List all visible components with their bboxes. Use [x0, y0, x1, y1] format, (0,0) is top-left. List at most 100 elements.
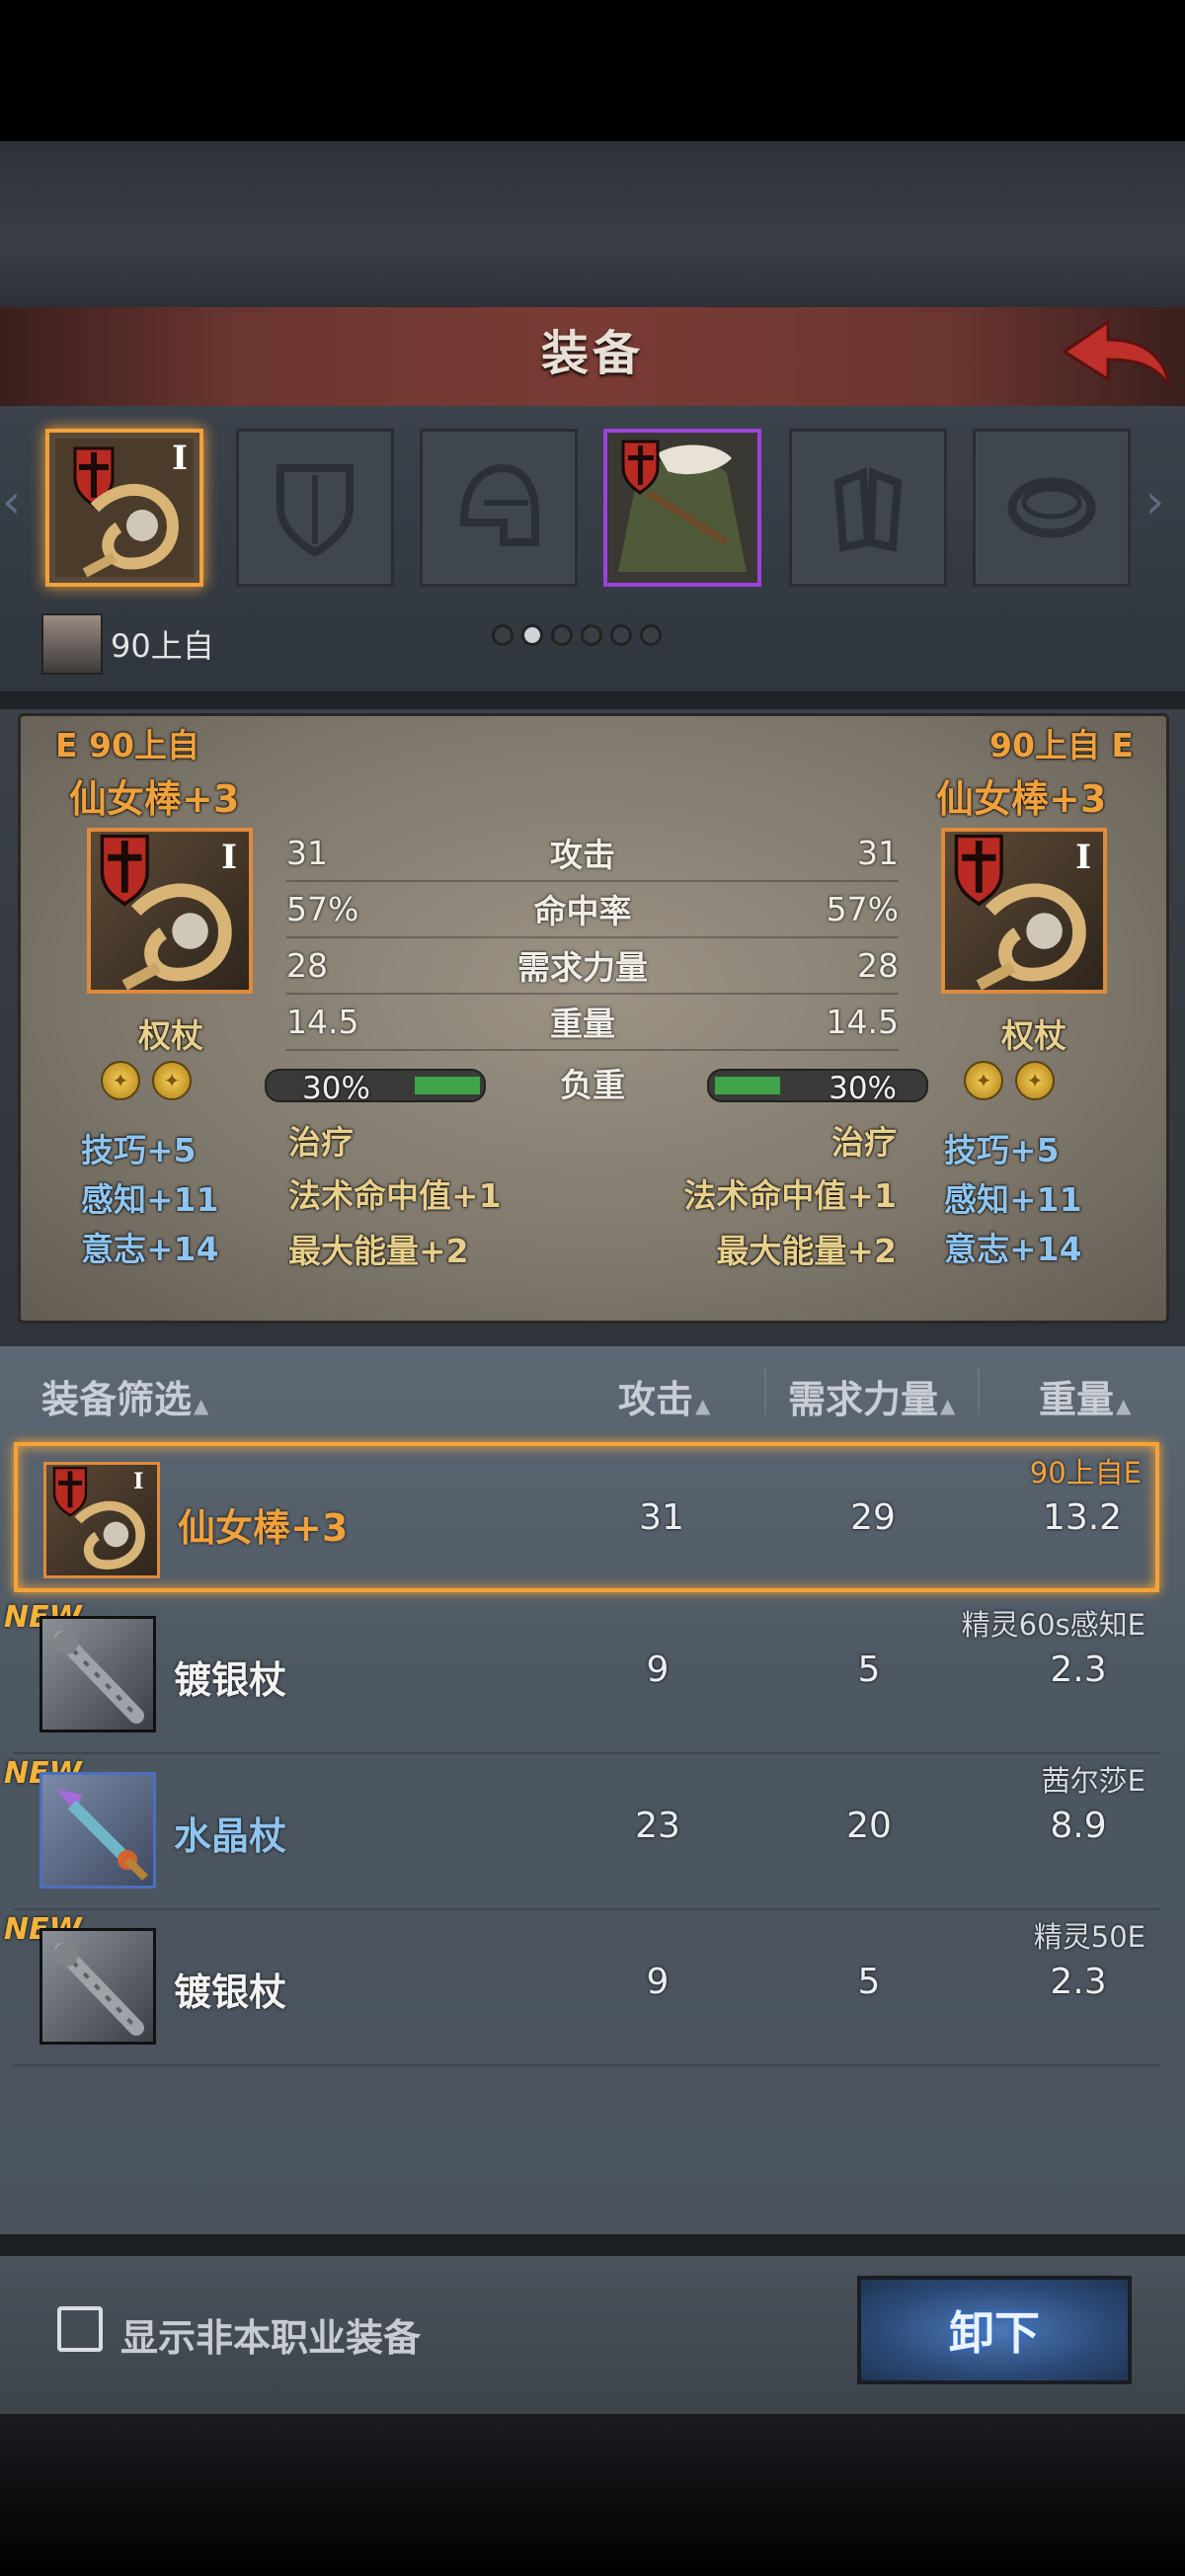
- divider: [764, 1367, 766, 1414]
- page-dot[interactable]: [551, 624, 573, 646]
- right-grade-owner: 90上自 E: [989, 726, 1134, 765]
- list-item[interactable]: I 90上自E 仙女棒+3 31 29 13.2: [14, 1442, 1159, 1592]
- item-owner: 精灵50E: [1033, 1920, 1146, 1954]
- ring-slot-icon: [1007, 477, 1096, 538]
- item-weight: 2.3: [1050, 1650, 1107, 1690]
- divider: [0, 691, 1185, 709]
- page-dot[interactable]: [581, 624, 602, 646]
- tier-label: I: [221, 838, 237, 877]
- unequip-label: 卸下: [949, 2306, 1040, 2360]
- divider: [286, 1049, 899, 1051]
- owner-name: 90上自: [111, 627, 214, 665]
- page-dot[interactable]: [610, 624, 632, 646]
- item-name: 水晶杖: [174, 1814, 287, 1858]
- page-dot[interactable]: [492, 624, 514, 646]
- sort-strength-button[interactable]: 需求力量 ▲: [788, 1369, 955, 1423]
- right-item-icon: I: [941, 828, 1107, 994]
- item-attack: 23: [635, 1806, 680, 1846]
- left-bonus-3: 意志+14: [81, 1230, 219, 1268]
- page-dot[interactable]: [640, 624, 662, 646]
- sort-attack-button[interactable]: 攻击 ▲: [618, 1369, 710, 1423]
- left-grade-owner: E 90上自: [55, 726, 199, 765]
- sort-triangle-icon: ▲: [194, 1394, 209, 1417]
- left-effect-3: 最大能量+2: [288, 1232, 469, 1270]
- gloves-slot-icon: [833, 467, 903, 552]
- chevron-left-icon[interactable]: ‹: [2, 474, 21, 529]
- item-icon: I: [43, 1462, 160, 1578]
- gem-socket-icon: ✦: [152, 1061, 192, 1100]
- slot-weapon[interactable]: I: [45, 429, 203, 587]
- unequip-button[interactable]: 卸下: [857, 2276, 1132, 2384]
- left-bonus-2: 感知+11: [81, 1180, 219, 1219]
- gem-socket-icon: ✦: [1015, 1061, 1055, 1100]
- list-item[interactable]: NEW 茜尔莎E 水晶杖 23 20 8.9: [4, 1754, 1159, 1904]
- silver-staff-icon: [54, 1943, 144, 2036]
- stat-left-value: 31: [286, 833, 328, 872]
- show-other-class-label[interactable]: 显示非本职业装备: [120, 2307, 421, 2362]
- item-weight: 13.2: [1042, 1497, 1123, 1538]
- helmet-slot-icon: [459, 463, 539, 546]
- left-effect-2: 法术命中值+1: [288, 1176, 502, 1215]
- stat-row-weight: 14.5 重量 14.5: [286, 994, 899, 1049]
- sort-triangle-icon: ▲: [940, 1394, 956, 1417]
- item-attack: 9: [646, 1650, 670, 1690]
- stat-row-hit-rate: 57% 命中率 57%: [286, 881, 899, 936]
- shield-slot-icon: [276, 464, 354, 557]
- item-strength: 5: [857, 1962, 881, 2002]
- stat-right-value: 57%: [826, 889, 899, 928]
- stat-row-strength: 28 需求力量 28: [286, 937, 899, 993]
- divider: [14, 2064, 1159, 2066]
- stat-label: 重量: [550, 1005, 615, 1043]
- item-icon: [40, 1616, 156, 1732]
- slot-gloves[interactable]: [789, 429, 947, 587]
- left-item-type: 权杖: [138, 1016, 203, 1055]
- right-bonus-2: 感知+11: [944, 1180, 1082, 1219]
- item-name: 仙女棒+3: [178, 1506, 349, 1550]
- gem-socket-icon: ✦: [964, 1061, 1003, 1100]
- gem-socket-icon: ✦: [101, 1061, 140, 1100]
- tier-label: I: [1075, 838, 1091, 877]
- left-bonus-1: 技巧+5: [81, 1131, 197, 1169]
- sort-weight-button[interactable]: 重量 ▲: [1039, 1369, 1131, 1423]
- show-other-class-checkbox[interactable]: [57, 2306, 103, 2352]
- avatar: [41, 613, 103, 675]
- status-area: [0, 0, 1185, 141]
- left-load-bar: 30%: [265, 1069, 486, 1106]
- left-item-name: 仙女棒+3: [69, 777, 240, 821]
- silver-staff-icon: [54, 1631, 144, 1724]
- chevron-right-icon[interactable]: ›: [1146, 474, 1164, 529]
- stat-right-value: 28: [857, 945, 899, 985]
- list-item[interactable]: NEW 精灵60s感知E 镀银杖 9 5 2.3: [4, 1598, 1159, 1748]
- stat-right-value: 14.5: [826, 1002, 899, 1041]
- stat-left-value: 14.5: [286, 1002, 359, 1041]
- item-weight: 2.3: [1050, 1962, 1107, 2002]
- strength-header: 需求力量: [788, 1378, 939, 1421]
- bottom-area: [0, 2414, 1185, 2576]
- attack-header: 攻击: [618, 1378, 694, 1421]
- left-load-fill: [415, 1077, 480, 1094]
- crystal-staff-icon: [56, 1789, 148, 1881]
- item-strength: 20: [846, 1806, 892, 1846]
- right-load-bar: 30%: [707, 1069, 928, 1106]
- slot-helmet[interactable]: [420, 429, 578, 587]
- back-arrow-icon: [1062, 319, 1171, 386]
- stat-right-value: 31: [857, 833, 899, 872]
- page-dot-active[interactable]: [521, 624, 543, 646]
- list-item[interactable]: NEW 精灵50E 镀银杖 9 5 2.3: [4, 1910, 1159, 2060]
- item-strength: 5: [857, 1650, 881, 1690]
- item-icon: [40, 1772, 156, 1889]
- fairy-wand-icon: I: [52, 1467, 145, 1570]
- weight-header: 重量: [1039, 1378, 1115, 1421]
- stat-label: 需求力量: [517, 948, 648, 987]
- item-icon: [40, 1928, 156, 2045]
- item-attack: 31: [639, 1497, 684, 1538]
- stat-row-attack: 31 攻击 31: [286, 825, 899, 880]
- filter-sort-button[interactable]: 装备筛选 ▲: [41, 1369, 208, 1423]
- item-weight: 8.9: [1050, 1806, 1107, 1846]
- slot-armor[interactable]: [603, 429, 761, 587]
- slot-ring[interactable]: [973, 429, 1131, 587]
- item-attack: 9: [646, 1962, 670, 2002]
- back-button[interactable]: [1057, 314, 1175, 398]
- stat-label: 命中率: [533, 892, 632, 930]
- slot-shield[interactable]: [236, 429, 394, 587]
